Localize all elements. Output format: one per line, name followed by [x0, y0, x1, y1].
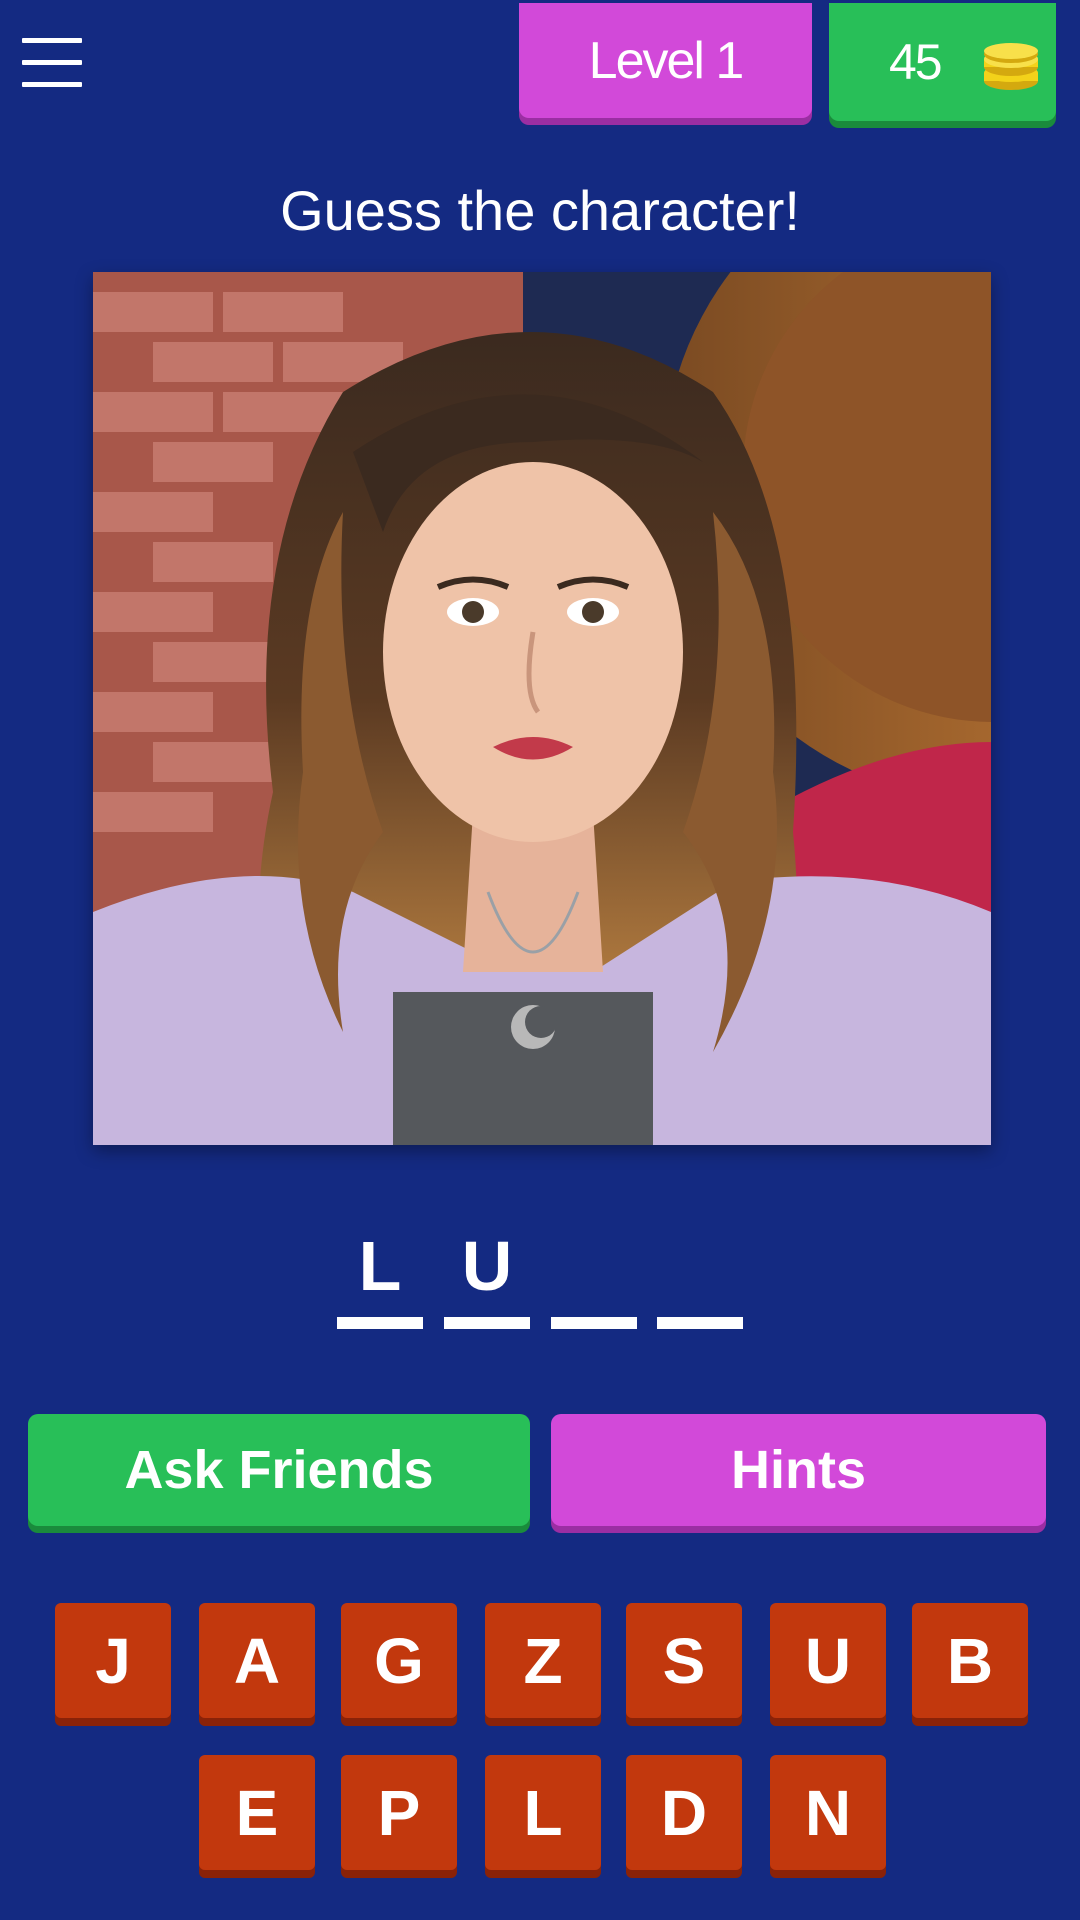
letter-key[interactable]: E [199, 1755, 315, 1870]
level-badge: Level 1 [519, 3, 812, 118]
coins-count: 45 [889, 34, 943, 90]
menu-bar [22, 38, 82, 43]
letter-key[interactable]: J [55, 1603, 171, 1718]
game-screen: Level 1 45 Guess the character! L U Ask … [0, 0, 1080, 1920]
menu-bar [22, 82, 82, 87]
letter-key[interactable]: Z [485, 1603, 601, 1718]
answer-slot[interactable]: L [337, 1225, 423, 1329]
letter-key[interactable]: P [341, 1755, 457, 1870]
coins-badge[interactable]: 45 [829, 3, 1056, 121]
letter-key[interactable]: N [770, 1755, 886, 1870]
menu-bar [22, 60, 82, 65]
answer-slot-letter: U [461, 1227, 513, 1305]
answer-slot[interactable]: U [444, 1225, 530, 1329]
answer-slot-underline [444, 1317, 530, 1329]
answer-slot-letter: L [358, 1227, 402, 1305]
hints-button[interactable]: Hints [551, 1414, 1046, 1526]
character-photo [93, 272, 991, 1145]
answer-slot[interactable] [551, 1225, 637, 1329]
answer-slot-underline [551, 1317, 637, 1329]
letter-key[interactable]: B [912, 1603, 1028, 1718]
letter-key[interactable]: U [770, 1603, 886, 1718]
letter-key[interactable]: L [485, 1755, 601, 1870]
answer-slot-underline [657, 1317, 743, 1329]
answer-slot-underline [337, 1317, 423, 1329]
letter-key[interactable]: A [199, 1603, 315, 1718]
coin-stack-icon [984, 43, 1038, 90]
hamburger-menu-icon[interactable] [22, 38, 84, 88]
answer-slot[interactable] [657, 1225, 743, 1329]
letter-key[interactable]: D [626, 1755, 742, 1870]
character-photo-illustration [93, 272, 991, 1145]
letter-key[interactable]: G [341, 1603, 457, 1718]
letter-key[interactable]: S [626, 1603, 742, 1718]
answer-slots: L U [337, 1225, 743, 1329]
ask-friends-button[interactable]: Ask Friends [28, 1414, 530, 1526]
page-title: Guess the character! [280, 179, 800, 242]
